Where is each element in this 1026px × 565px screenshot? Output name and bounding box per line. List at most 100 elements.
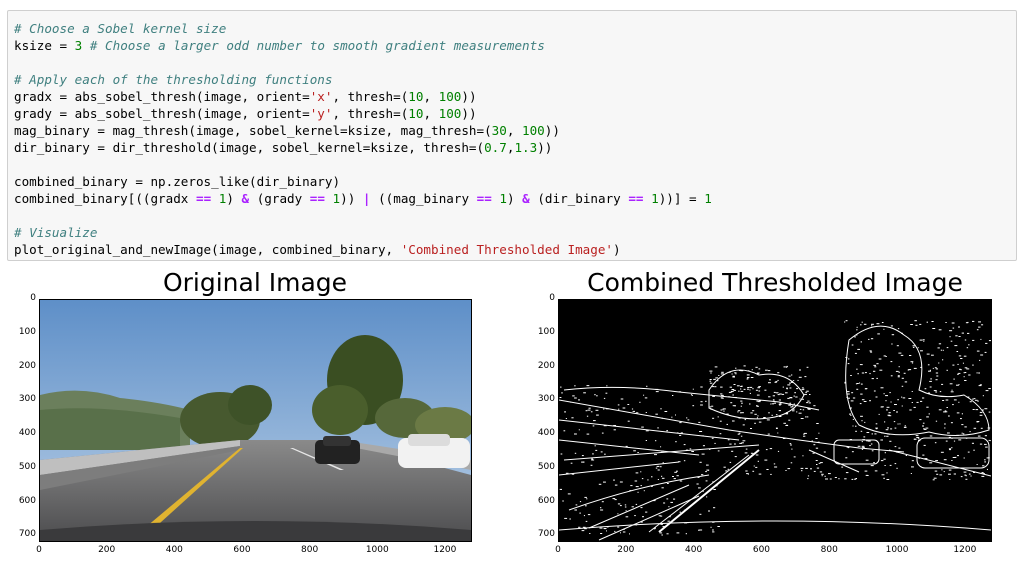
edge-pixel	[578, 526, 581, 528]
edge-pixel	[752, 470, 755, 472]
edge-pixel	[651, 485, 653, 487]
edge-pixel	[641, 478, 644, 480]
edge-pixel	[870, 351, 873, 353]
code-line	[14, 54, 712, 71]
edge-pixel	[564, 411, 566, 413]
edge-pixel	[813, 444, 816, 446]
edge-pixel	[720, 409, 723, 411]
edge-pixel	[857, 373, 859, 375]
code-editor[interactable]: # Choose a Sobel kernel size ksize = 3 # …	[14, 20, 712, 258]
edge-pixel	[612, 498, 616, 500]
edge-pixel	[806, 390, 809, 392]
edge-pixel	[871, 325, 873, 327]
edge-pixel	[890, 401, 892, 403]
edge-pixel	[873, 364, 876, 366]
edge-pixel	[729, 371, 731, 373]
edge-pixel	[670, 501, 673, 503]
edge-pixel	[941, 469, 943, 471]
edge-pixel	[948, 436, 951, 438]
edge-pixel	[884, 465, 886, 466]
code-cell[interactable]: # Choose a Sobel kernel size ksize = 3 # …	[7, 10, 1017, 261]
edge-pixel	[603, 425, 607, 427]
edge-pixel	[740, 390, 744, 392]
edge-pixel	[851, 478, 854, 480]
edge-pixel	[908, 369, 912, 371]
code-token: dir_binary = dir_threshold(image, sobel_…	[14, 140, 485, 155]
edge-pixel	[935, 379, 938, 381]
edge-pixel	[886, 433, 890, 435]
edge-pixel	[603, 408, 605, 410]
edge-pixel	[654, 527, 656, 529]
edge-pixel	[630, 485, 633, 487]
edge-pixel	[574, 452, 577, 454]
edge-pixel	[813, 405, 816, 407]
edge-pixel	[972, 320, 975, 322]
edge-pixel	[581, 455, 584, 457]
edge-pixel	[896, 451, 899, 453]
edge-pixel	[643, 394, 645, 396]
edge-pixel	[927, 364, 930, 366]
edge-pixel	[961, 332, 964, 334]
edge-pixel	[754, 413, 757, 415]
edge-pixel	[886, 409, 888, 411]
code-token: ==	[628, 191, 644, 206]
edge-pixel	[758, 390, 761, 392]
x-tick-label: 0	[555, 545, 561, 555]
code-token: 10	[408, 106, 424, 121]
edge-pixel	[757, 460, 759, 462]
edge-pixel	[960, 476, 963, 478]
edge-pixel	[606, 526, 609, 528]
edge-pixel	[889, 392, 891, 394]
edge-pixel	[984, 351, 987, 353]
edge-pixel	[772, 399, 775, 401]
edge-pixel	[845, 472, 849, 474]
edge-pixel	[776, 428, 778, 429]
edge-pixel	[919, 339, 923, 341]
edge-pixel	[783, 422, 786, 424]
edge-pixel	[657, 427, 659, 429]
edge-pixel	[898, 447, 901, 449]
code-token: ,	[506, 123, 523, 138]
edge-pixel	[795, 396, 798, 398]
edge-pixel	[752, 410, 755, 412]
edge-pixel	[869, 373, 871, 375]
edge-pixel	[747, 387, 749, 388]
edge-pixel	[763, 417, 766, 418]
edge-pixel	[865, 372, 867, 374]
edge-pixel	[960, 358, 963, 359]
edge-pixel	[624, 506, 627, 508]
edge-pixel	[935, 420, 938, 422]
edge-pixel	[916, 437, 920, 438]
edge-pixel	[660, 515, 663, 517]
edge-pixel	[963, 457, 965, 459]
edge-pixel	[720, 394, 724, 396]
plot-title-original: Original Image	[162, 268, 348, 297]
edge-pixel	[946, 347, 949, 349]
edge-pixel	[686, 417, 688, 419]
edge-pixel	[962, 433, 965, 435]
edge-pixel	[943, 459, 947, 461]
edge-pixel	[641, 426, 644, 428]
edge-pixel	[806, 416, 809, 418]
edge-pixel	[861, 441, 863, 443]
edge-pixel	[582, 526, 586, 528]
edge-pixel	[560, 453, 563, 455]
edge-pixel	[813, 470, 816, 472]
edge-pixel	[929, 462, 933, 464]
edge-pixel	[852, 397, 856, 399]
edge-pixel	[586, 385, 590, 387]
edge-pixel	[595, 409, 599, 411]
edge-pixel	[901, 377, 904, 379]
edge-pixel	[588, 407, 591, 409]
edge-pixel	[960, 418, 962, 420]
edge-pixel	[953, 473, 956, 475]
edge-pixel	[985, 446, 988, 448]
edge-pixel	[644, 397, 648, 399]
edge-pixel	[728, 391, 732, 393]
edge-pixel	[709, 406, 712, 408]
edge-pixel	[700, 404, 703, 406]
edge-pixel	[943, 471, 945, 473]
edge-pixel	[920, 466, 922, 467]
edge-pixel	[881, 432, 884, 434]
edge-pixel	[740, 435, 743, 437]
